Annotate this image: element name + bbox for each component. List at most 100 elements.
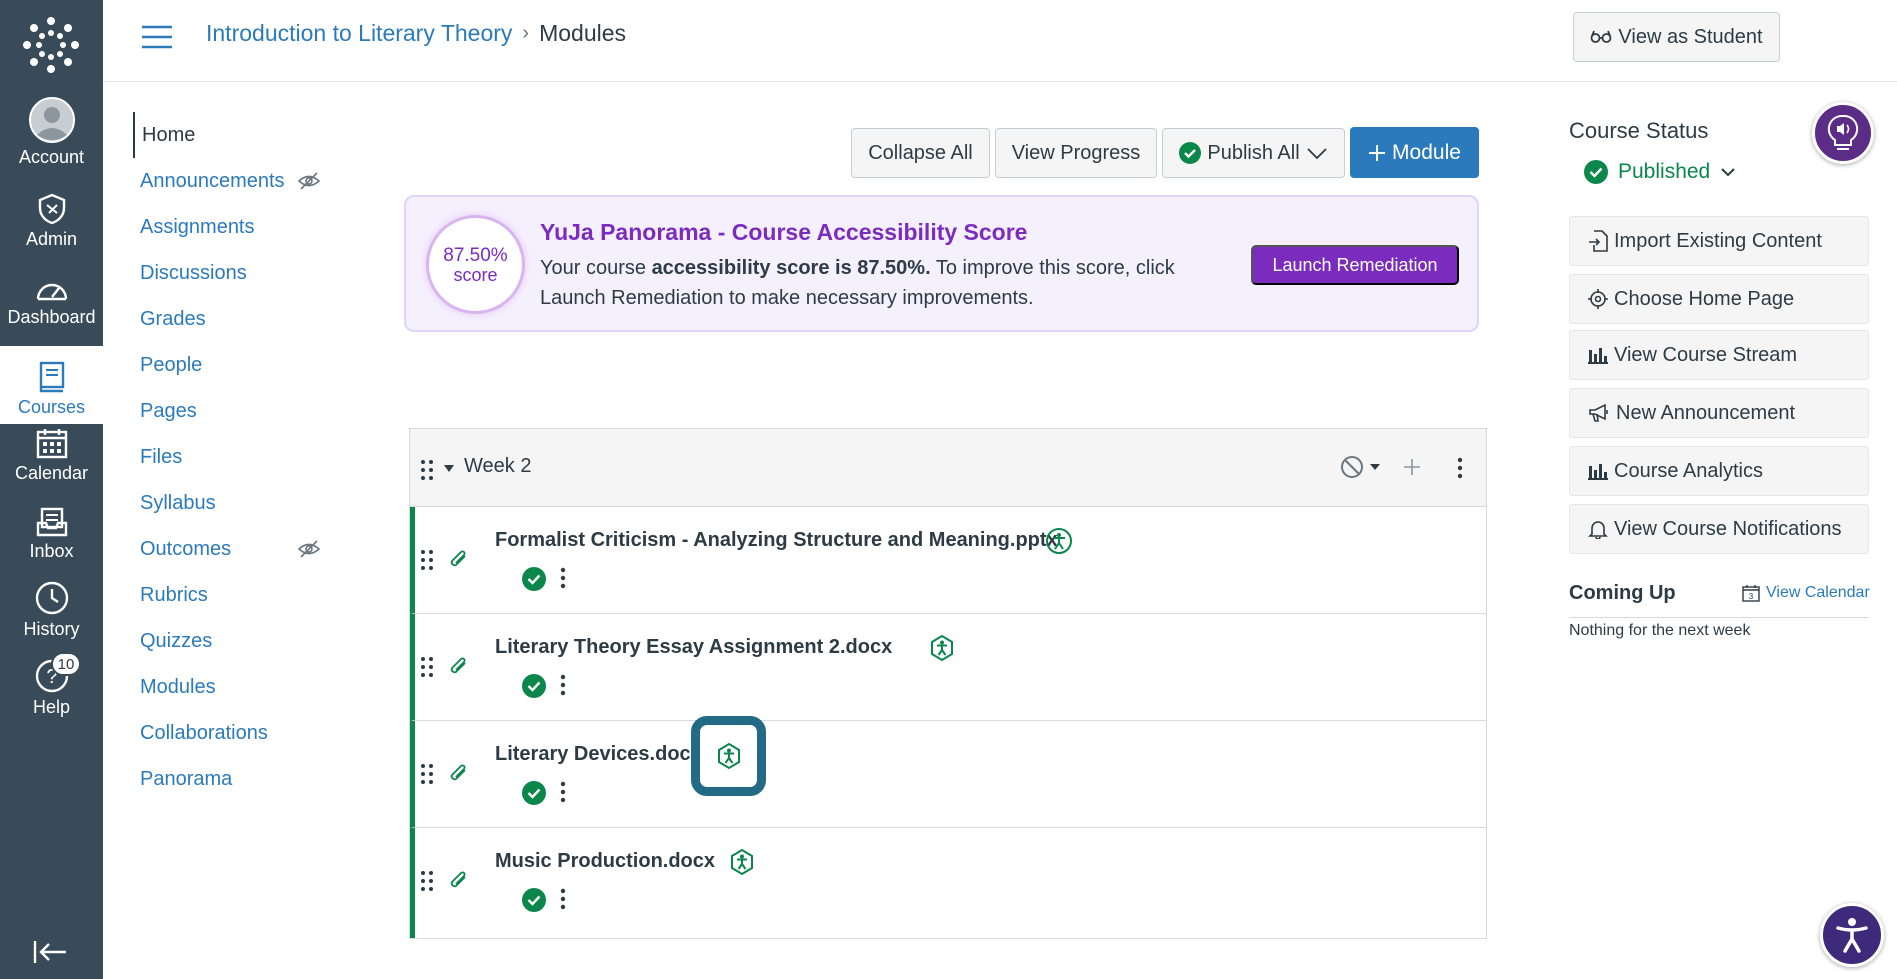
coming-up-heading: Coming Up [1569,582,1676,604]
course-nav-label: Pages [140,399,197,422]
coming-up-divider [1569,617,1869,618]
new-announcement-button[interactable]: New Announcement [1569,388,1869,438]
global-nav-account[interactable]: Account [0,96,103,174]
add-module-button[interactable]: Module [1350,127,1479,178]
drag-handle-icon[interactable] [420,549,434,571]
canvas-logo-icon[interactable] [22,16,80,74]
course-nav-rubrics[interactable]: Rubrics [133,572,333,618]
accessibility-icon[interactable] [928,634,956,662]
published-check-icon[interactable] [522,781,546,805]
course-nav-people[interactable]: People [133,342,333,388]
accessibility-icon[interactable] [1045,527,1073,555]
course-nav-label: Panorama [140,767,233,790]
view-course-stream-button[interactable]: View Course Stream [1569,330,1869,380]
global-nav-label: History [23,619,80,639]
view-calendar-label: View Calendar [1766,584,1870,601]
caret-down-icon[interactable] [444,465,454,472]
view-as-student-button[interactable]: View as Student [1573,12,1780,62]
accessibility-widget-button[interactable] [1820,903,1884,967]
course-nav-collaborations[interactable]: Collaborations [133,710,333,756]
published-check-icon[interactable] [522,888,546,912]
drag-handle-icon[interactable] [420,459,434,481]
published-check-icon [1179,142,1202,164]
course-nav-label: Outcomes [140,537,232,560]
published-check-icon[interactable] [522,674,546,698]
course-nav-quizzes[interactable]: Quizzes [133,618,333,664]
panorama-lightbulb-button[interactable] [1812,102,1874,164]
accessibility-icon[interactable] [728,848,756,876]
course-nav: Home Announcements Assignments Discussio… [133,112,333,802]
unpublished-status-icon[interactable] [1340,455,1382,479]
course-nav-announcements[interactable]: Announcements [133,158,333,204]
hamburger-menu-icon[interactable] [141,24,173,50]
module-item-title[interactable]: Literary Theory Essay Assignment 2.docx [495,636,892,659]
import-icon [1589,230,1608,252]
course-nav-panorama[interactable]: Panorama [133,756,333,802]
global-nav-admin[interactable]: Admin [0,178,103,256]
choose-home-page-button[interactable]: Choose Home Page [1569,274,1869,324]
view-calendar-link[interactable]: 3 View Calendar [1742,584,1870,602]
global-nav-help[interactable]: ? Help 10 [0,646,103,724]
sidebar-button-label: Choose Home Page [1614,287,1795,310]
account-icon [28,97,75,143]
kebab-menu-icon[interactable] [559,888,567,910]
import-existing-content-button[interactable]: Import Existing Content [1569,216,1869,266]
accessibility-score-circle: 87.50% score [426,215,525,314]
course-nav-pages[interactable]: Pages [133,388,333,434]
module-item[interactable]: Literary Theory Essay Assignment 2.docx [410,614,1486,721]
collapse-all-button[interactable]: Collapse All [851,128,990,178]
course-nav-home[interactable]: Home [133,112,333,158]
glasses-icon [1591,30,1612,43]
course-nav-discussions[interactable]: Discussions [133,250,333,296]
global-nav-dashboard[interactable]: Dashboard [0,256,103,334]
hidden-eye-icon [298,172,320,190]
global-nav-inbox[interactable]: Inbox [0,490,103,568]
course-nav-outcomes[interactable]: Outcomes [133,526,333,572]
global-nav-calendar[interactable]: Calendar [0,412,103,490]
module-item-title[interactable]: Literary Devices.docx [495,743,702,766]
drag-handle-icon[interactable] [420,763,434,785]
course-nav-files[interactable]: Files [133,434,333,480]
accessibility-icon-focused[interactable] [691,716,766,796]
module-item[interactable]: Literary Devices.docx [410,721,1486,828]
score-value: 87.50% [443,244,508,266]
module-item[interactable]: Music Production.docx [410,828,1486,938]
add-item-plus-icon[interactable] [1402,457,1422,477]
course-nav-grades[interactable]: Grades [133,296,333,342]
attachment-paperclip-icon [450,657,466,674]
course-nav-label: Modules [140,675,216,698]
course-nav-modules[interactable]: Modules [133,664,333,710]
kebab-menu-icon[interactable] [559,781,567,803]
breadcrumb: Introduction to Literary Theory › Module… [206,20,626,47]
course-nav-syllabus[interactable]: Syllabus [133,480,333,526]
course-nav-label: Grades [140,307,206,330]
published-check-icon[interactable] [522,567,546,591]
bar-chart-icon [1588,464,1608,480]
publish-all-label: Publish All [1207,141,1300,164]
kebab-menu-icon[interactable] [1456,457,1464,479]
inbox-icon [36,507,67,537]
drag-handle-icon[interactable] [420,870,434,892]
kebab-menu-icon[interactable] [559,567,567,589]
module-item-title[interactable]: Formalist Criticism - Analyzing Structur… [495,529,1058,552]
module-item[interactable]: Formalist Criticism - Analyzing Structur… [410,507,1486,614]
collapse-nav-icon[interactable] [30,937,70,967]
sidebar-button-label: New Announcement [1616,401,1796,424]
accessibility-icon [717,742,740,770]
global-nav-history[interactable]: History [0,568,103,646]
view-progress-button[interactable]: View Progress [995,128,1157,178]
drag-handle-icon[interactable] [420,656,434,678]
module-item-title[interactable]: Music Production.docx [495,850,715,873]
launch-remediation-button[interactable]: Launch Remediation [1251,245,1459,285]
course-nav-label: Home [142,123,196,146]
course-analytics-button[interactable]: Course Analytics [1569,446,1869,496]
courses-book-icon [39,361,64,393]
course-nav-assignments[interactable]: Assignments [133,204,333,250]
course-published-toggle[interactable]: Published [1584,160,1736,184]
view-course-notifications-button[interactable]: View Course Notifications [1569,504,1869,554]
global-nav-label: Dashboard [7,307,96,327]
kebab-menu-icon[interactable] [559,674,567,696]
publish-all-button[interactable]: Publish All [1162,128,1345,178]
breadcrumb-course-link[interactable]: Introduction to Literary Theory [206,20,512,47]
module-header[interactable]: Week 2 [410,429,1486,507]
